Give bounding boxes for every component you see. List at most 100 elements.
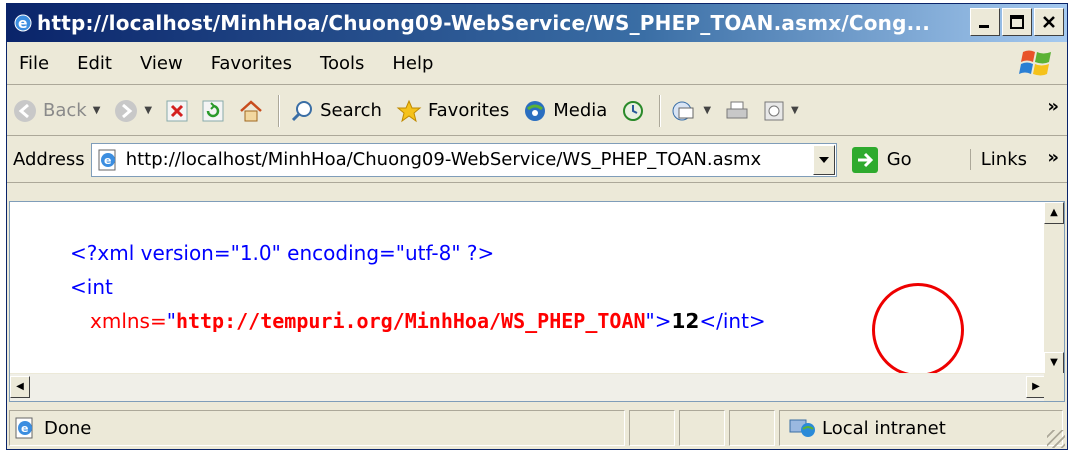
page-content: <?xml version="1.0" encoding="utf-8" ?> … [9,201,1065,402]
edit-page-icon [764,101,784,120]
favorites-label: Favorites [427,100,510,121]
address-dropdown-button[interactable] [812,144,835,175]
refresh-icon [202,100,224,121]
horizontal-scrollbar[interactable]: ◀ ▶ [10,373,1046,401]
star-icon [396,99,422,122]
browser-window: e http://localhost/MinhHoa/Chuong09-WebS… [6,3,1068,450]
close-button[interactable] [1034,8,1064,36]
minimize-button[interactable] [970,8,1000,36]
status-panel [679,410,725,446]
scroll-down-button[interactable]: ▼ [1044,352,1064,374]
refresh-button[interactable] [202,100,224,122]
menu-bar: File Edit View Favorites Tools Help [7,43,1067,85]
menu-file[interactable]: File [19,53,49,74]
home-button[interactable] [238,99,264,123]
title-bar[interactable]: e http://localhost/MinhHoa/Chuong09-WebS… [7,4,1067,42]
media-label: Media [553,100,608,121]
history-button[interactable] [621,99,645,123]
ie-icon: e [14,14,32,32]
chevron-down-icon[interactable]: ▼ [791,105,799,116]
links-overflow-icon[interactable]: » [1047,147,1059,168]
windows-logo-icon [1019,50,1051,76]
xml-declaration: <?xml version="1.0" encoding="utf-8" ?> [70,241,495,265]
go-button[interactable]: Go [851,146,912,174]
ie-page-icon: e [15,417,33,439]
mail-icon [672,101,694,120]
toolbar-overflow-icon[interactable]: » [1047,96,1059,117]
maximize-button[interactable] [1002,8,1032,36]
status-panel [629,410,675,446]
svg-text:e: e [18,16,28,32]
stop-button[interactable] [166,100,188,122]
back-label: Back [43,100,87,121]
address-input[interactable]: e http://localhost/MinhHoa/Chuong09-WebS… [90,142,837,177]
resize-grip[interactable] [1047,430,1065,448]
scroll-right-button[interactable]: ▶ [1026,376,1046,398]
intranet-icon [789,419,815,437]
history-icon [623,100,644,121]
favorites-button[interactable]: Favorites [396,99,509,123]
forward-button[interactable]: ▼ [114,99,152,123]
close-icon [1043,16,1055,28]
chevron-down-icon[interactable]: ▼ [93,105,101,116]
scroll-up-button[interactable]: ▲ [1044,202,1064,224]
security-zone[interactable]: Local intranet [779,410,1063,446]
stop-icon [166,100,188,121]
chevron-down-icon[interactable]: ▼ [144,105,152,116]
edit-button[interactable]: ▼ [763,100,799,122]
scroll-corner [1044,373,1064,401]
maximize-icon [1010,15,1024,29]
chevron-down-icon [818,156,829,163]
toolbar-separator [659,94,662,127]
search-button[interactable]: Search [290,99,382,123]
home-icon [240,99,262,121]
xml-quote-close: "> [645,309,672,333]
toolbar-separator [278,94,281,127]
scroll-left-button[interactable]: ◀ [10,376,30,398]
xml-attribute-line: xmlns="http://tempuri.org/MinhHoa/WS_PHE… [70,304,766,338]
back-button[interactable]: Back ▼ [13,99,100,123]
address-label: Address [13,149,85,170]
menu-edit[interactable]: Edit [77,53,112,74]
status-main-panel: e Done [9,410,625,446]
window-title: http://localhost/MinhHoa/Chuong09-WebSer… [37,11,931,35]
menu-view[interactable]: View [140,53,183,74]
svg-text:e: e [21,422,28,435]
print-icon [726,101,748,118]
back-arrow-icon [14,99,36,122]
xml-result-value: 12 [671,309,700,333]
menu-help[interactable]: Help [392,53,433,74]
go-label: Go [886,149,912,170]
page-icon: e [98,149,116,170]
address-url: http://localhost/MinhHoa/Chuong09-WebSer… [125,149,762,170]
xml-document: <?xml version="1.0" encoding="utf-8" ?> … [70,236,766,338]
xml-attr-value: http://tempuri.org/MinhHoa/WS_PHEP_TOAN [175,309,646,333]
search-label: Search [320,100,382,121]
chevron-down-icon[interactable]: ▼ [703,105,711,116]
media-icon [525,100,546,121]
status-panel [729,410,775,446]
xml-close-tag: </int> [699,309,766,333]
window-controls [970,8,1064,36]
links-button[interactable]: Links [969,149,1027,170]
standard-toolbar: Back ▼ ▼ Search Favorites Media ▼ ▼ » [7,86,1067,136]
zone-label: Local intranet [822,417,946,439]
xml-attr-name: xmlns= [90,309,167,333]
print-button[interactable] [725,100,749,122]
search-icon [292,100,313,121]
media-button[interactable]: Media [523,99,607,123]
xml-quote-open: " [166,309,176,333]
svg-text:e: e [104,154,111,167]
address-bar: Address e http://localhost/MinhHoa/Chuon… [7,137,1067,183]
status-bar: e Done Local intranet [7,406,1067,450]
xml-open-tag: <int [70,275,113,299]
menu-tools[interactable]: Tools [320,53,364,74]
highlight-circle [872,283,964,377]
go-arrow-icon [851,146,878,173]
vertical-scrollbar[interactable]: ▲ ▼ [1044,202,1064,374]
minimize-icon [979,25,989,28]
mail-button[interactable]: ▼ [671,100,711,122]
status-text: Done [44,417,92,439]
forward-arrow-icon [115,99,138,122]
menu-favorites[interactable]: Favorites [211,53,292,74]
